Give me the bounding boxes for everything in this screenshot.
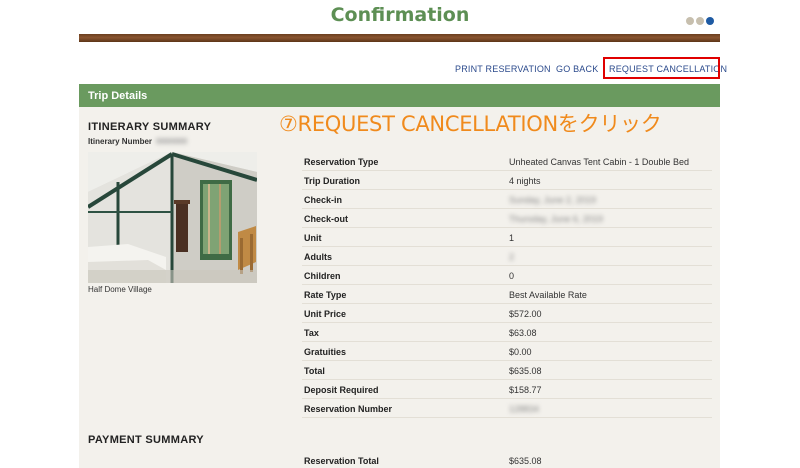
itinerary-number-value: 0000000: [156, 137, 188, 146]
itinerary-summary-title: ITINERARY SUMMARY: [88, 121, 212, 133]
detail-value: Unheated Canvas Tent Cabin - 1 Double Be…: [509, 157, 689, 167]
payment-summary-title: PAYMENT SUMMARY: [88, 434, 204, 446]
detail-value: $63.08: [509, 328, 537, 338]
payment-total-label: Reservation Total: [304, 456, 379, 466]
detail-row: Check-out Thursday, June 6, 2019: [302, 209, 712, 228]
detail-value: 0: [509, 271, 515, 281]
detail-label: Gratuities: [304, 347, 347, 357]
detail-value: Sunday, June 2, 2019: [509, 195, 596, 205]
detail-value: 2: [509, 252, 515, 262]
payment-total-value: $635.08: [509, 456, 542, 466]
detail-label: Unit: [304, 233, 322, 243]
detail-label: Children: [304, 271, 341, 281]
detail-label: Check-out: [304, 214, 349, 224]
progress-dot-2: [696, 17, 704, 25]
progress-indicator: [686, 17, 714, 25]
detail-label: Trip Duration: [304, 176, 360, 186]
detail-row: Reservation Type Unheated Canvas Tent Cab…: [302, 152, 712, 171]
detail-row: Children 0: [302, 266, 712, 285]
tent-cabin-image: [88, 152, 257, 283]
progress-dot-3-active: [706, 17, 714, 25]
detail-value: $635.08: [509, 366, 542, 376]
print-reservation-link[interactable]: PRINT RESERVATION: [455, 64, 551, 74]
detail-row: Gratuities $0.00: [302, 342, 712, 361]
detail-row: Unit Price $572.00: [302, 304, 712, 323]
reservation-details-table: Reservation Type Unheated Canvas Tent Cab…: [302, 152, 712, 418]
detail-label: Unit Price: [304, 309, 347, 319]
trip-details-header: Trip Details: [79, 84, 720, 107]
detail-value: Best Available Rate: [509, 290, 587, 300]
detail-row: Trip Duration 4 nights: [302, 171, 712, 190]
detail-label: Reservation Type: [304, 157, 379, 167]
detail-value: $158.77: [509, 385, 542, 395]
detail-value: Thursday, June 6, 2019: [509, 214, 603, 224]
photo-caption: Half Dome Village: [88, 285, 152, 294]
page-title: Confirmation: [330, 4, 470, 26]
detail-row: Check-in Sunday, June 2, 2019: [302, 190, 712, 209]
detail-row: Reservation Number 128834: [302, 399, 712, 418]
detail-label: Tax: [304, 328, 319, 338]
cancellation-highlight-box: [603, 57, 720, 79]
go-back-link[interactable]: GO BACK: [556, 64, 598, 74]
detail-value: 1: [509, 233, 515, 243]
detail-value: 4 nights: [509, 176, 541, 186]
detail-row: Tax $63.08: [302, 323, 712, 342]
detail-value: $0.00: [509, 347, 532, 357]
detail-label: Adults: [304, 252, 332, 262]
detail-value: 128834: [509, 404, 540, 414]
progress-dot-1: [686, 17, 694, 25]
itinerary-number: Itinerary Number 0000000: [88, 137, 187, 146]
detail-row: Deposit Required $158.77: [302, 380, 712, 399]
payment-total-row: Reservation Total $635.08: [302, 451, 712, 468]
detail-label: Total: [304, 366, 325, 376]
detail-row: Rate Type Best Available Rate: [302, 285, 712, 304]
instruction-annotation: ⑦REQUEST CANCELLATIONをクリック: [279, 112, 662, 136]
detail-row: Adults 2: [302, 247, 712, 266]
detail-row: Total $635.08: [302, 361, 712, 380]
detail-label: Reservation Number: [304, 404, 393, 414]
detail-label: Check-in: [304, 195, 343, 205]
detail-label: Deposit Required: [304, 385, 379, 395]
detail-value: $572.00: [509, 309, 542, 319]
wood-divider: [79, 34, 720, 42]
detail-label: Rate Type: [304, 290, 347, 300]
itinerary-number-label: Itinerary Number: [88, 137, 153, 146]
detail-row: Unit 1: [302, 228, 712, 247]
tent-cabin-photo: [88, 152, 257, 283]
